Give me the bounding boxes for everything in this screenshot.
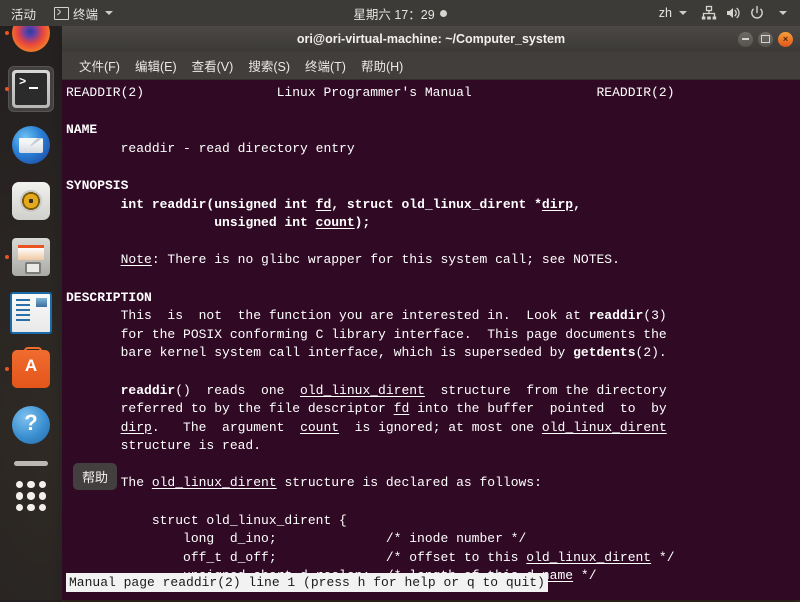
- terminal-text-area[interactable]: READDIR(2) Linux Programmer's Manual REA…: [62, 80, 800, 600]
- menu-bar: 文件(F) 编辑(E) 查看(V) 搜索(S) 终端(T) 帮助(H): [62, 52, 800, 80]
- top-bar: 活动 终端 星期六 17：29 zh: [0, 0, 800, 26]
- terminal-icon: [54, 6, 70, 20]
- dock-item-software[interactable]: [5, 346, 54, 392]
- volume-icon[interactable]: [722, 0, 744, 26]
- dock-item-writer[interactable]: [8, 290, 54, 336]
- activities-button[interactable]: 活动: [0, 0, 45, 26]
- menu-file[interactable]: 文件(F): [72, 53, 127, 78]
- menu-terminal[interactable]: 终端(T): [298, 53, 353, 78]
- running-indicator-icon: [5, 255, 9, 259]
- terminal-window: ori@ori-virtual-machine: ~/Computer_syst…: [62, 26, 800, 600]
- system-status-area[interactable]: zh: [650, 0, 800, 26]
- rhythmbox-icon: [12, 182, 50, 220]
- clock-label: 星期六 17：29: [353, 7, 435, 22]
- activities-label: 活动: [11, 7, 37, 22]
- menu-view[interactable]: 查看(V): [185, 53, 241, 78]
- minimize-button[interactable]: [738, 31, 753, 47]
- system-menu-chevron-icon[interactable]: [770, 0, 792, 26]
- help-icon: [12, 406, 50, 444]
- window-title: ori@ori-virtual-machine: ~/Computer_syst…: [296, 32, 566, 46]
- menu-search[interactable]: 搜索(S): [241, 53, 297, 78]
- running-indicator-icon: [5, 367, 9, 371]
- dock-item-rhythmbox[interactable]: [8, 178, 54, 224]
- window-titlebar[interactable]: ori@ori-virtual-machine: ~/Computer_syst…: [62, 26, 800, 52]
- keyboard-layout-button[interactable]: zh: [650, 0, 696, 26]
- files-icon: [12, 238, 50, 276]
- keyboard-layout-label: zh: [658, 6, 672, 20]
- chevron-down-icon: [679, 11, 687, 15]
- notification-indicator-icon: [439, 9, 447, 17]
- terminal-icon: [12, 70, 50, 108]
- thunderbird-icon: [12, 126, 50, 164]
- ubuntu-software-icon: [12, 347, 50, 388]
- app-menu-label: 终端: [73, 7, 99, 22]
- close-button[interactable]: ×: [778, 31, 793, 47]
- menu-help[interactable]: 帮助(H): [354, 53, 410, 78]
- dock: [0, 14, 62, 602]
- dock-item-help[interactable]: [8, 402, 54, 448]
- power-icon[interactable]: [746, 0, 768, 26]
- show-applications-button[interactable]: [8, 473, 54, 519]
- dock-item-files[interactable]: [5, 234, 54, 280]
- dock-item-thunderbird[interactable]: [8, 122, 54, 168]
- dock-tooltip: 帮助: [73, 463, 118, 490]
- dock-item-terminal[interactable]: [5, 66, 54, 112]
- menu-edit[interactable]: 编辑(E): [128, 53, 184, 78]
- running-indicator-icon: [5, 87, 9, 91]
- dock-divider: [14, 461, 48, 466]
- grid-icon: [16, 481, 46, 511]
- chevron-down-icon: [778, 11, 787, 15]
- window-controls: ×: [738, 26, 793, 52]
- running-indicator-icon: [5, 31, 9, 35]
- clock-button[interactable]: 星期六 17：29: [353, 4, 447, 23]
- chevron-down-icon: [105, 11, 114, 15]
- app-menu-button[interactable]: 终端: [45, 0, 122, 26]
- manpage-content: READDIR(2) Linux Programmer's Manual REA…: [66, 85, 675, 584]
- maximize-button[interactable]: [758, 31, 773, 47]
- pager-status-line: Manual page readdir(2) line 1 (press h f…: [66, 573, 548, 592]
- libreoffice-writer-icon: [10, 292, 52, 334]
- network-wired-icon[interactable]: [698, 0, 720, 26]
